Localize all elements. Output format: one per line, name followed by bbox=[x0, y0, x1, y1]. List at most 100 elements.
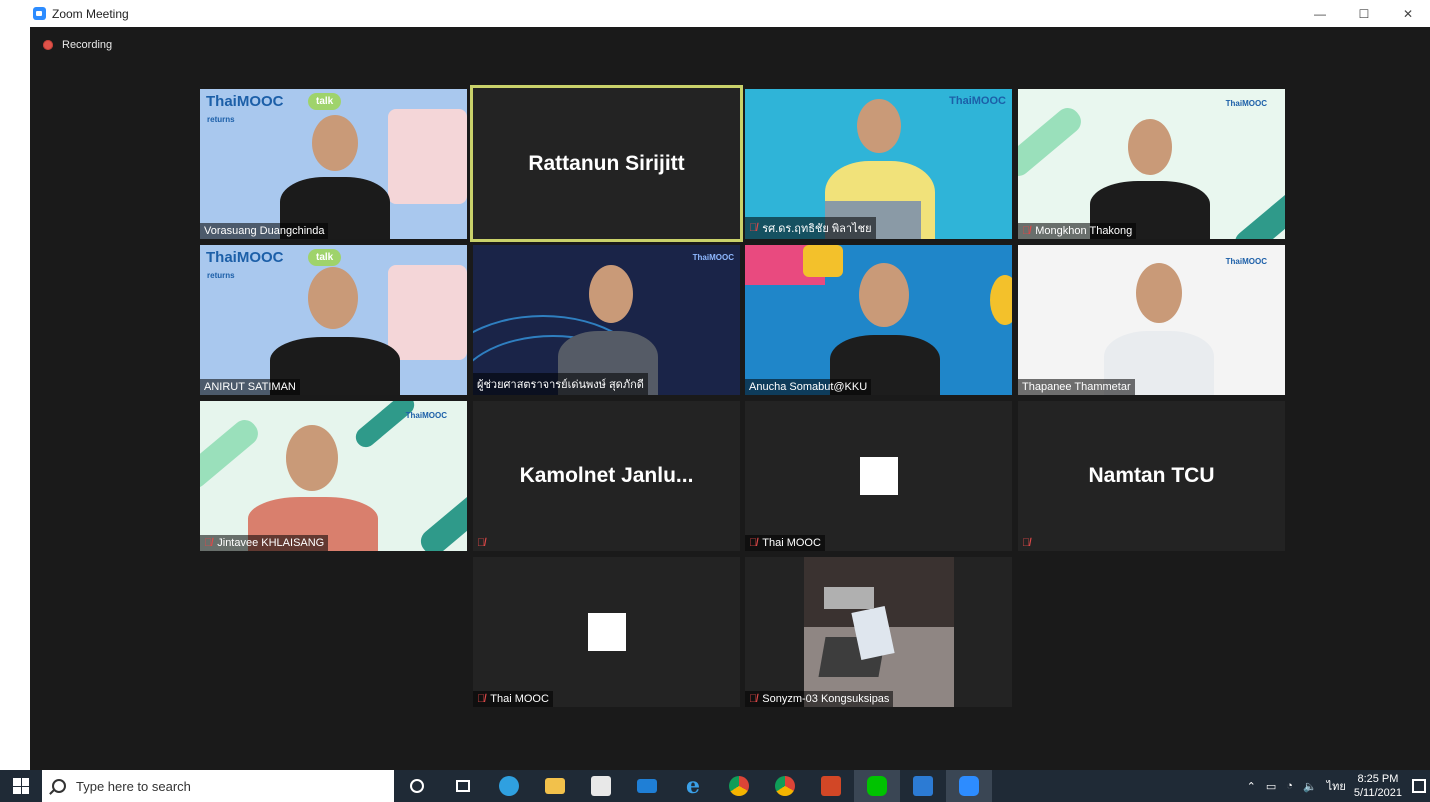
decor-shape bbox=[803, 245, 843, 277]
notifications-icon[interactable] bbox=[1412, 779, 1426, 793]
participant-tile[interactable]: ThaiMOOC 🎙̸ Mongkhon Thakong bbox=[1018, 89, 1285, 239]
cortana-button[interactable] bbox=[394, 770, 440, 802]
chrome-profile-app[interactable] bbox=[762, 770, 808, 802]
participant-tile[interactable]: ThaiMOOC Thapanee Thammetar bbox=[1018, 245, 1285, 395]
person-head bbox=[286, 425, 338, 491]
participant-tile[interactable]: ThaiMOOC ผู้ช่วยศาสตราจารย์เด่นพงษ์ สุดภ… bbox=[473, 245, 740, 395]
video-feed bbox=[804, 557, 954, 707]
participant-tile[interactable]: Kamolnet Janlu... 🎙̸ bbox=[473, 401, 740, 551]
language-indicator[interactable]: ไทย bbox=[1327, 777, 1346, 795]
window-title: Zoom Meeting bbox=[52, 6, 129, 21]
mic-muted-icon: 🎙̸ bbox=[749, 537, 758, 549]
mic-muted-icon: 🎙̸ bbox=[1022, 537, 1031, 549]
mail-app[interactable] bbox=[624, 770, 670, 802]
participant-tile[interactable]: ThaiMOOC returns talk ANIRUT SATIMAN bbox=[200, 245, 467, 395]
equipment bbox=[824, 587, 874, 609]
participant-tile[interactable]: Namtan TCU 🎙̸ bbox=[1018, 401, 1285, 551]
participant-tile[interactable]: ThaiMOOC 🎙̸ รศ.ดร.ฤทธิชัย พิลาไชย bbox=[745, 89, 1012, 239]
taskbar-search-box[interactable]: Type here to search bbox=[42, 770, 394, 802]
volume-icon[interactable]: 🔈 bbox=[1303, 780, 1317, 793]
participant-tile[interactable]: 🎙̸ Sonyzm-03 Kongsuksipas bbox=[745, 557, 1012, 707]
windows-logo-icon bbox=[13, 778, 29, 794]
participant-name-label: 🎙̸ bbox=[473, 535, 494, 551]
mascot-panel bbox=[388, 265, 467, 360]
powerpoint-app[interactable] bbox=[808, 770, 854, 802]
participant-name: ผู้ช่วยศาสตราจารย์เด่นพงษ์ สุดภักดี bbox=[477, 379, 644, 391]
participant-tile[interactable]: 🎙̸ Thai MOOC bbox=[745, 401, 1012, 551]
participant-display-name: Kamolnet Janlu... bbox=[519, 464, 694, 487]
participant-name: Thapanee Thammetar bbox=[1022, 381, 1131, 393]
participant-tile[interactable]: ThaiMOOC returns talk Vorasuang Duangchi… bbox=[200, 89, 467, 239]
zoom-app[interactable] bbox=[946, 770, 992, 802]
clock[interactable]: 8:25 PM 5/11/2021 bbox=[1354, 772, 1402, 800]
mic-muted-icon: 🎙̸ bbox=[749, 693, 758, 705]
avatar-placeholder bbox=[587, 613, 626, 651]
chrome-app[interactable] bbox=[716, 770, 762, 802]
search-icon bbox=[52, 779, 66, 793]
participant-name-label: 🎙̸ Thai MOOC bbox=[745, 535, 825, 551]
mail-icon bbox=[637, 779, 657, 793]
minimize-button[interactable]: — bbox=[1298, 7, 1342, 21]
search-placeholder: Type here to search bbox=[76, 778, 191, 794]
participant-name: Thai MOOC bbox=[762, 537, 821, 549]
chevron-up-icon[interactable]: ⌃ bbox=[1247, 780, 1256, 793]
task-view-button[interactable] bbox=[440, 770, 486, 802]
wifi-icon[interactable]: ◔ bbox=[1286, 780, 1293, 792]
photos-app[interactable] bbox=[900, 770, 946, 802]
edge-icon bbox=[499, 776, 519, 796]
participant-tile[interactable]: Anucha Somabut@KKU bbox=[745, 245, 1012, 395]
clock-date: 5/11/2021 bbox=[1353, 787, 1402, 799]
chrome-icon bbox=[729, 776, 749, 796]
store-app[interactable] bbox=[578, 770, 624, 802]
restore-button[interactable]: ☐ bbox=[1342, 7, 1386, 21]
window-controls: — ☐ ✕ bbox=[1298, 0, 1430, 27]
zoom-icon bbox=[959, 776, 979, 796]
cortana-icon bbox=[410, 779, 424, 793]
video-feed: ThaiMOOC returns talk bbox=[200, 245, 467, 395]
video-feed bbox=[745, 245, 1012, 395]
decor-stripe bbox=[1018, 103, 1086, 181]
person-head bbox=[308, 267, 358, 329]
participant-name-label: Anucha Somabut@KKU bbox=[745, 379, 872, 395]
edge-app[interactable] bbox=[486, 770, 532, 802]
participant-name-label: 🎙̸ Mongkhon Thakong bbox=[1018, 223, 1137, 239]
internet-explorer-app[interactable]: e bbox=[670, 770, 716, 802]
participant-name: Vorasuang Duangchinda bbox=[204, 225, 325, 237]
mic-muted-icon: 🎙̸ bbox=[204, 537, 213, 549]
line-app[interactable] bbox=[854, 770, 900, 802]
recording-indicator[interactable]: Recording bbox=[43, 39, 112, 51]
video-feed: ThaiMOOC bbox=[1018, 89, 1285, 239]
participant-tile-active-speaker[interactable]: Rattanun Sirijitt bbox=[470, 85, 743, 242]
battery-icon[interactable]: ▭ bbox=[1266, 780, 1276, 793]
file-explorer-app[interactable] bbox=[532, 770, 578, 802]
windows-taskbar: Type here to search e ⌃ ▭ ◔ 🔈 ไทย 8:25 P… bbox=[0, 770, 1430, 802]
person-head bbox=[859, 263, 909, 327]
returns-text: returns bbox=[207, 271, 235, 280]
participant-name: Sonyzm-03 Kongsuksipas bbox=[762, 693, 890, 705]
task-view-icon bbox=[456, 780, 470, 792]
store-icon bbox=[591, 776, 611, 796]
mic-muted-icon: 🎙̸ bbox=[1022, 225, 1031, 237]
participant-tile[interactable]: 🎙̸ Thai MOOC bbox=[473, 557, 740, 707]
participant-name-label: 🎙̸ Thai MOOC bbox=[473, 691, 553, 707]
returns-text: returns bbox=[207, 115, 235, 124]
thaimooc-logo: ThaiMOOC bbox=[1225, 257, 1267, 266]
person-head bbox=[312, 115, 358, 171]
participant-name-label: 🎙̸ รศ.ดร.ฤทธิชัย พิลาไชย bbox=[745, 217, 876, 239]
decor-stripe bbox=[200, 415, 263, 493]
thaimooc-logo: ThaiMOOC bbox=[206, 249, 284, 266]
clock-time: 8:25 PM bbox=[1357, 773, 1399, 785]
participant-name-label: Thapanee Thammetar bbox=[1018, 379, 1135, 395]
person-head bbox=[589, 265, 633, 323]
thaimooc-logo: ThaiMOOC bbox=[206, 93, 284, 110]
video-feed: ThaiMOOC bbox=[1018, 245, 1285, 395]
decor-stripe bbox=[351, 401, 419, 452]
talk-bubble: talk bbox=[308, 93, 342, 110]
avatar-placeholder bbox=[859, 457, 898, 495]
participant-tile[interactable]: ThaiMOOC 🎙̸ Jintavee KHLAISANG bbox=[200, 401, 467, 551]
internet-explorer-icon: e bbox=[686, 773, 700, 799]
system-tray: ⌃ ▭ ◔ 🔈 ไทย 8:25 PM 5/11/2021 bbox=[1247, 770, 1430, 802]
participant-name-label: ผู้ช่วยศาสตราจารย์เด่นพงษ์ สุดภักดี bbox=[473, 373, 648, 395]
close-button[interactable]: ✕ bbox=[1386, 7, 1430, 21]
start-button[interactable] bbox=[0, 770, 42, 802]
